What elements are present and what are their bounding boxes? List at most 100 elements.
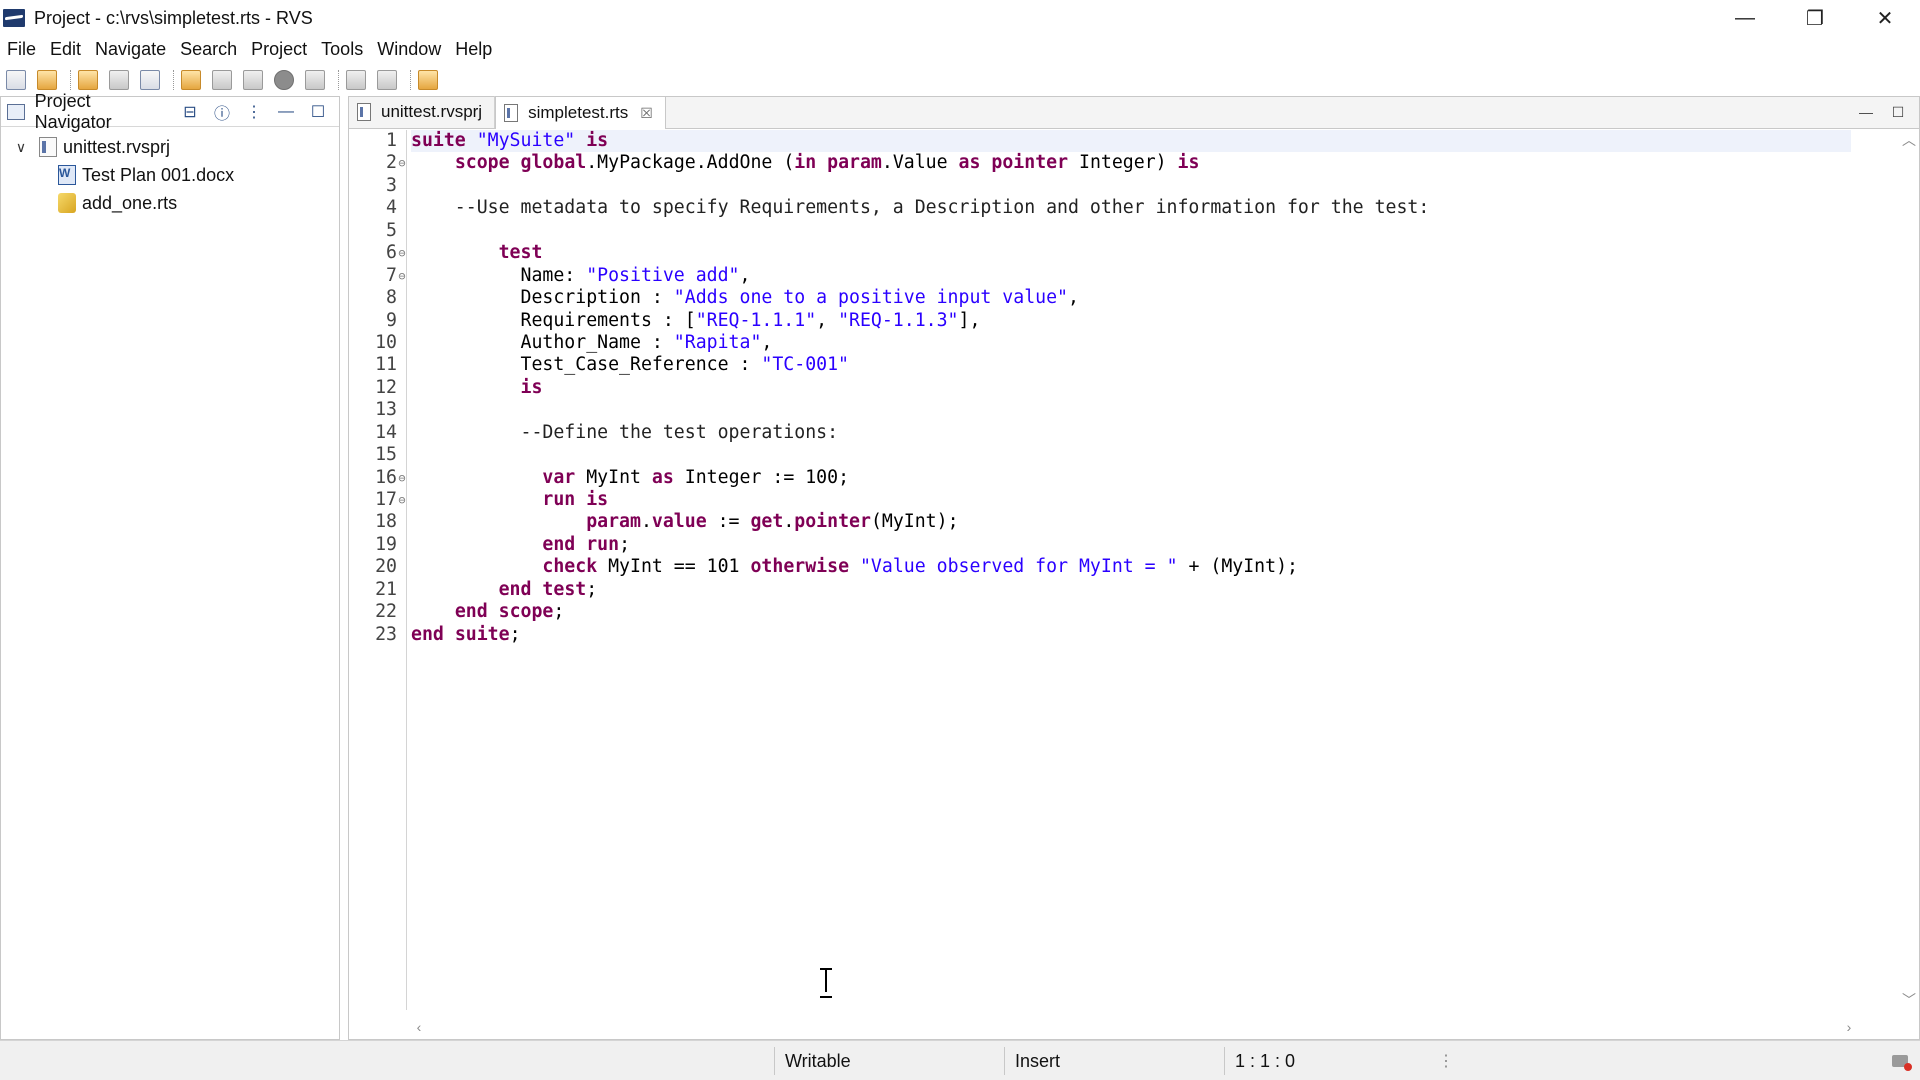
minimize-view-icon[interactable]: — — [1855, 103, 1877, 121]
keyword-token: pointer — [991, 152, 1069, 174]
keyword-token: check — [542, 556, 598, 578]
line-numbers: 1 2 3 4 5 6 7 8 9 10 11 12 13 14 15 16 17 18 19 20 21 22 23 — [369, 130, 397, 646]
scroll-right-icon[interactable]: › — [1839, 1017, 1859, 1037]
code-line[interactable]: test — [411, 242, 1851, 264]
view-menu-icon[interactable]: ⋮ — [243, 101, 265, 123]
export-icon[interactable] — [179, 68, 203, 92]
scroll-down-icon[interactable]: ﹀ — [1899, 990, 1919, 1010]
code-line[interactable]: suite "MySuite" is — [411, 130, 1851, 153]
code-token: ; — [553, 601, 565, 623]
menu-file[interactable]: File — [0, 39, 43, 60]
new-file-icon[interactable] — [35, 68, 59, 92]
menu-search[interactable]: Search — [173, 39, 244, 60]
code-line[interactable]: Name: "Positive add", — [411, 265, 1851, 287]
scroll-up-icon[interactable]: ︿ — [1899, 130, 1919, 150]
code-line[interactable] — [411, 220, 1851, 242]
code-line[interactable] — [411, 399, 1851, 421]
code-token: := — [706, 511, 751, 533]
code-line[interactable]: --Use metadata to specify Requirements, … — [411, 197, 1851, 219]
run-icon[interactable] — [272, 68, 296, 92]
chevron-down-icon[interactable]: ∨ — [13, 139, 29, 155]
horizontal-scrollbar[interactable]: ‹ › — [409, 1017, 1859, 1037]
code-line[interactable]: Requirements : ["REQ-1.1.1", "REQ-1.1.3"… — [411, 310, 1851, 332]
menu-edit[interactable]: Edit — [43, 39, 88, 60]
keyword-token: in — [794, 152, 817, 174]
code-line[interactable]: --Define the test operations: — [411, 422, 1851, 444]
code-line[interactable]: check MyInt == 101 otherwise "Value obse… — [411, 556, 1851, 578]
scroll-left-icon[interactable]: ‹ — [409, 1017, 429, 1037]
code-line[interactable]: Description : "Adds one to a positive in… — [411, 287, 1851, 309]
maximize-view-icon[interactable]: ☐ — [307, 101, 329, 123]
keyword-token: run — [542, 489, 576, 510]
build-icon[interactable] — [210, 68, 234, 92]
tab-label: simpletest.rts — [528, 103, 629, 122]
fold-collapse-icon[interactable]: ⊖ — [397, 467, 407, 489]
fold-collapse-icon[interactable]: ⊖ — [397, 242, 407, 264]
open-icon[interactable] — [76, 68, 100, 92]
code-editor[interactable]: 1 2 3 4 5 6 7 8 9 10 11 12 13 14 15 16 17 18 19 20 21 22 23 ⊖ ⊖… — [369, 130, 1899, 1010]
help-icon[interactable]: ⓘ — [211, 101, 233, 123]
maximize-view-icon[interactable]: ☐ — [1887, 103, 1909, 121]
tree-item-rts[interactable]: add_one.rts — [1, 189, 339, 217]
collapse-all-icon[interactable]: ⊟ — [179, 101, 201, 123]
minimize-button[interactable]: — — [1710, 0, 1780, 36]
menu-window[interactable]: Window — [370, 39, 448, 60]
save-icon[interactable] — [107, 68, 131, 92]
report-icon[interactable] — [375, 68, 399, 92]
project-navigator-title[interactable]: Project Navigator — [35, 91, 169, 133]
title-bar: Project - c:\rvs\simpletest.rts - RVS — … — [0, 0, 1920, 36]
fold-collapse-icon[interactable]: ⊖ — [397, 152, 407, 174]
tree-item-docx[interactable]: Test Plan 001.docx — [1, 161, 339, 189]
vertical-scrollbar[interactable]: ︿ ﹀ — [1899, 130, 1919, 1010]
notification-icon[interactable] — [1890, 1051, 1912, 1071]
menu-project[interactable]: Project — [244, 39, 314, 60]
code-line[interactable]: end scope; — [411, 601, 1851, 623]
code-line[interactable]: end test; — [411, 579, 1851, 601]
code-token: MyInt — [575, 466, 652, 488]
restore-button[interactable]: ❐ — [1780, 0, 1850, 36]
close-tab-icon[interactable]: ☒ — [640, 105, 653, 122]
tree-item-project[interactable]: ∨ unittest.rvsprj — [1, 133, 339, 161]
print-icon[interactable] — [138, 68, 162, 92]
code-line[interactable] — [411, 444, 1851, 466]
code-line[interactable]: scope global.MyPackage.AddOne (in param.… — [411, 152, 1851, 174]
menu-tools[interactable]: Tools — [314, 39, 370, 60]
import-icon[interactable] — [344, 68, 368, 92]
code-line[interactable]: var MyInt as Integer := 100; — [411, 467, 1851, 489]
tab-unittest-rvsprj[interactable]: unittest.rvsprj — [349, 96, 496, 128]
code-line[interactable]: param.value := get.pointer(MyInt); — [411, 511, 1851, 533]
toolbar-separator — [173, 70, 175, 90]
code-line[interactable]: is — [411, 377, 1851, 399]
project-file-icon — [357, 103, 371, 121]
code-line[interactable]: Test_Case_Reference : "TC-001" — [411, 354, 1851, 376]
run-gear-icon[interactable] — [241, 68, 265, 92]
new-project-icon[interactable] — [4, 68, 28, 92]
minimize-view-icon[interactable]: — — [275, 101, 297, 123]
code-line[interactable]: end suite; — [411, 624, 1851, 646]
menu-help[interactable]: Help — [448, 39, 499, 60]
code-line[interactable] — [411, 175, 1851, 197]
fold-collapse-icon[interactable]: ⊖ — [397, 489, 407, 511]
tab-simpletest-rts[interactable]: simpletest.rts ☒ — [495, 96, 666, 129]
menu-navigate[interactable]: Navigate — [88, 39, 173, 60]
tree-item-label: unittest.rvsprj — [63, 136, 171, 157]
close-button[interactable]: ✕ — [1850, 0, 1920, 36]
code-line[interactable]: run is — [411, 489, 1851, 511]
code-token: Integer := 100; — [673, 466, 850, 488]
fold-collapse-icon[interactable]: ⊖ — [397, 265, 407, 287]
code-line[interactable]: Author_Name : "Rapita", — [411, 332, 1851, 354]
code-line[interactable]: end run; — [411, 534, 1851, 556]
code-text[interactable]: suite "MySuite" is scope global.MyPackag… — [411, 130, 1851, 646]
pen-icon[interactable] — [416, 68, 440, 92]
code-token: , — [1068, 287, 1079, 309]
step-icon[interactable] — [303, 68, 327, 92]
project-navigator-header: Project Navigator ⊟ ⓘ ⋮ — ☐ — [1, 91, 339, 132]
keyword-token: as — [651, 466, 674, 488]
